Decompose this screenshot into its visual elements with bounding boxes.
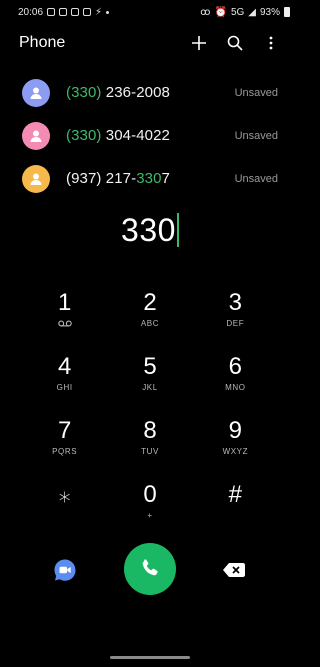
key-2[interactable]: 2 ABC <box>107 287 192 351</box>
network-type: 5G <box>230 6 245 18</box>
key-4[interactable]: 4 GHI <box>22 351 107 415</box>
key-1[interactable]: 1 <box>22 287 107 351</box>
key-digit: 5 <box>143 353 157 380</box>
key-letters: + <box>147 511 153 520</box>
key-8[interactable]: 8 TUV <box>107 415 192 479</box>
dialed-number: 330 <box>121 212 176 248</box>
key-letters: GHI <box>56 383 73 392</box>
video-call-button[interactable] <box>52 557 78 583</box>
battery-icon <box>284 7 290 17</box>
list-item[interactable]: (330) 304-4022 Unsaved <box>0 114 300 157</box>
avatar <box>22 121 50 150</box>
number-rest: 236-2008 <box>101 84 170 101</box>
text-cursor <box>176 213 179 247</box>
add-button[interactable] <box>188 32 210 54</box>
status-time: 20:06 <box>18 6 44 18</box>
search-button[interactable] <box>224 32 246 54</box>
add-icon <box>192 36 206 50</box>
key-digit: 8 <box>143 417 157 444</box>
notification-icon <box>47 8 56 16</box>
contact-number: (937) 217-3307 <box>66 170 235 187</box>
video-call-icon <box>54 559 76 581</box>
list-item[interactable]: (330) 236-2008 Unsaved <box>0 71 300 114</box>
key-hash[interactable]: # <box>193 479 278 543</box>
key-letters: MNO <box>225 383 246 392</box>
key-digit: 9 <box>228 417 242 444</box>
contact-suggestions: (330) 236-2008 Unsaved (330) 304-4022 Un… <box>0 71 300 200</box>
status-bar: 20:06 ⚡ ꝏ ⏰ 5G ◢ 93% <box>0 0 300 24</box>
more-options-icon <box>269 36 273 50</box>
app-actions <box>188 32 282 54</box>
number-match: 330 <box>136 170 162 187</box>
key-3[interactable]: 3 DEF <box>193 287 278 351</box>
contact-number: (330) 304-4022 <box>66 127 235 144</box>
notification-icon <box>71 8 80 16</box>
contact-status: Unsaved <box>234 86 278 99</box>
dial-input[interactable]: 330 <box>0 212 300 249</box>
key-letters: ABC <box>140 319 160 328</box>
contact-status: Unsaved <box>234 172 278 185</box>
contact-status: Unsaved <box>234 129 278 142</box>
more-options-button[interactable] <box>260 32 282 54</box>
battery-percent: 93% <box>259 6 280 18</box>
alarm-icon: ⏰ <box>214 6 227 18</box>
home-indicator[interactable] <box>110 656 190 659</box>
key-letters: TUV <box>141 447 159 456</box>
page-title: Phone <box>19 34 66 51</box>
key-letters: PQRS <box>52 447 78 456</box>
number-rest: 304-4022 <box>101 127 170 144</box>
backspace-button[interactable] <box>222 559 246 581</box>
key-letters: DEF <box>226 319 245 328</box>
backspace-icon <box>223 563 245 577</box>
app-bar: Phone <box>0 28 300 58</box>
key-digit: # <box>228 481 242 508</box>
person-icon <box>30 173 42 185</box>
key-digit: 7 <box>57 417 72 444</box>
key-5[interactable]: 5 JKL <box>107 351 192 415</box>
key-digit: 6 <box>228 353 242 380</box>
call-button[interactable] <box>124 543 176 595</box>
avatar <box>22 164 50 193</box>
status-left: 20:06 ⚡ <box>18 6 110 18</box>
number-match: (330) <box>66 127 102 144</box>
key-digit: 4 <box>57 353 72 380</box>
key-9[interactable]: 9 WXYZ <box>193 415 278 479</box>
status-right: ꝏ ⏰ 5G ◢ 93% <box>200 7 290 18</box>
voicemail-status-icon: ꝏ <box>200 6 211 18</box>
key-digit: 1 <box>57 289 72 316</box>
number-prefix: (937) 217- <box>66 170 137 187</box>
call-actions <box>0 543 300 595</box>
search-icon <box>227 35 243 51</box>
key-6[interactable]: 6 MNO <box>193 351 278 415</box>
voicemail-icon <box>57 320 72 327</box>
key-letters: JKL <box>142 383 158 392</box>
list-item[interactable]: (937) 217-3307 Unsaved <box>0 157 300 200</box>
key-digit: 0 <box>143 481 157 508</box>
key-0[interactable]: 0 + <box>107 479 192 543</box>
notification-icon <box>59 8 68 16</box>
key-digit: 3 <box>228 289 242 316</box>
number-match: (330) <box>66 84 102 101</box>
phone-icon <box>142 559 158 576</box>
dial-keypad: 1 2 ABC 3 DEF 4 GHI 5 JKL 6 MNO 7 PQRS 8… <box>22 287 278 543</box>
mail-icon <box>83 8 92 16</box>
avatar <box>22 78 50 107</box>
contact-number: (330) 236-2008 <box>66 84 235 101</box>
number-rest: 7 <box>161 170 170 187</box>
person-icon <box>30 130 42 142</box>
key-digit: 2 <box>143 289 157 316</box>
key-digit: ⁎ <box>58 481 71 508</box>
key-star[interactable]: ⁎ <box>22 479 107 543</box>
key-7[interactable]: 7 PQRS <box>22 415 107 479</box>
person-icon <box>30 87 42 99</box>
signal-icon: ◢ <box>248 6 256 18</box>
more-notifications-dot <box>106 10 110 14</box>
key-letters: WXYZ <box>222 447 249 456</box>
charging-icon: ⚡ <box>95 6 103 18</box>
